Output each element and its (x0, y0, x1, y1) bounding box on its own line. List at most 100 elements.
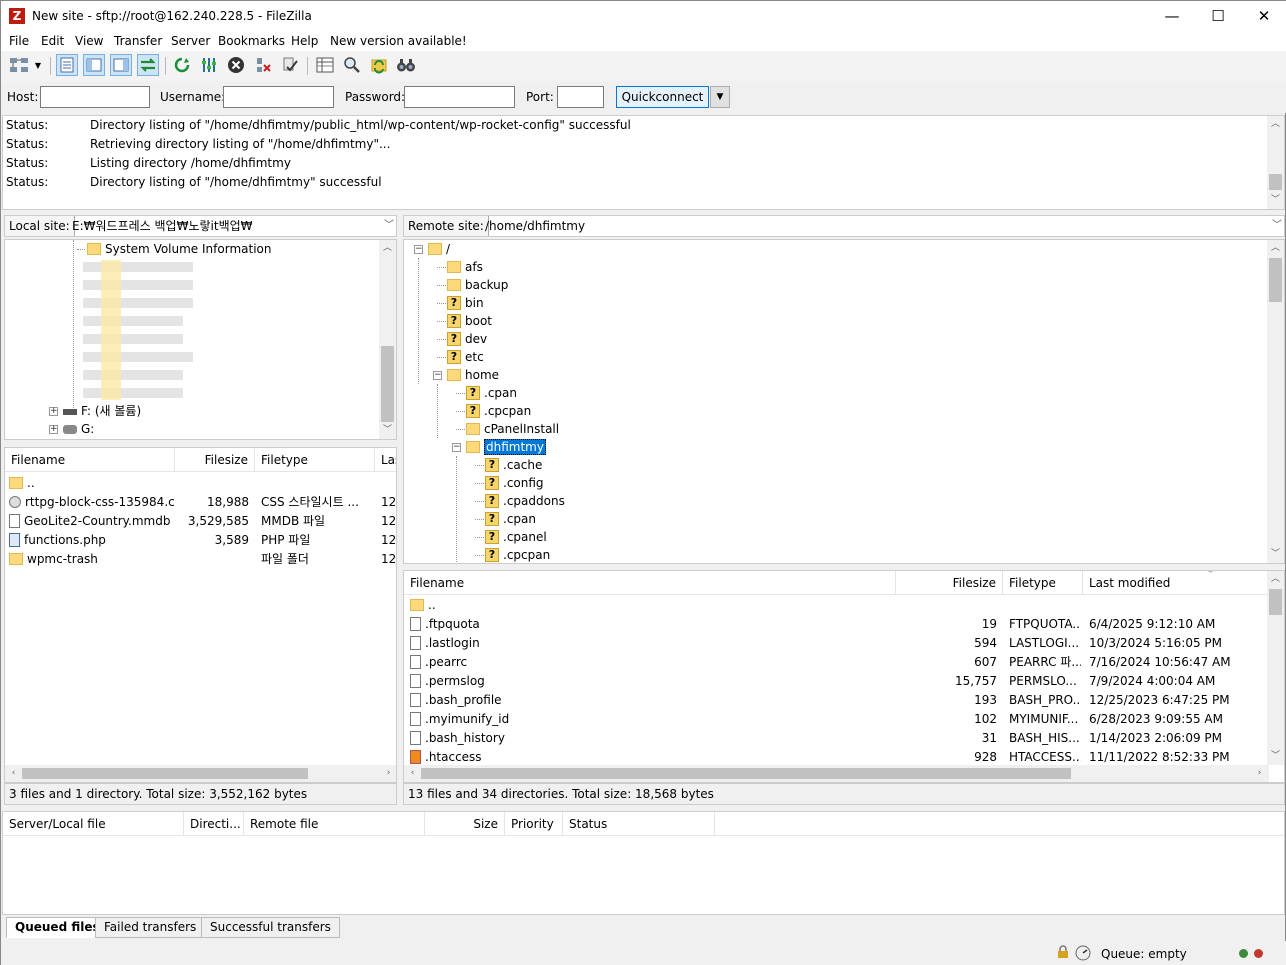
speed-limit-icon[interactable] (1075, 945, 1091, 961)
list-item[interactable]: .. (404, 596, 1269, 615)
sync-browsing-icon[interactable] (368, 54, 390, 76)
list-item[interactable]: .myimunify_id 102 MYIMUNIF... 6/28/2023 9:0… (404, 710, 1269, 729)
process-queue-icon[interactable] (198, 54, 220, 76)
col-filesize[interactable]: Filesize (896, 571, 1003, 595)
menu-transfer[interactable]: Transfer (114, 34, 162, 48)
scroll-thumb[interactable] (1269, 589, 1282, 615)
scroll-right-icon[interactable]: › (1251, 765, 1268, 782)
expand-icon[interactable]: + (49, 425, 58, 434)
scroll-right-icon[interactable]: › (380, 765, 396, 782)
list-item[interactable]: .bash_history 31 BASH_HIS... 1/14/2023 2:06… (404, 729, 1269, 748)
site-manager-icon[interactable] (6, 54, 32, 76)
tree-item[interactable]: / (428, 240, 450, 258)
tab-queued-files[interactable]: Queued files (6, 917, 109, 938)
menu-server[interactable]: Server (171, 34, 210, 48)
list-item[interactable]: .ftpquota 19 FTPQUOTA... 6/4/2025 9:12:10 A… (404, 615, 1269, 634)
menu-new-version[interactable]: New version available! (330, 34, 467, 48)
tree-item[interactable]: ? .config (485, 474, 544, 492)
col-last-modified[interactable]: Last modified (1083, 571, 1269, 595)
chevron-down-icon[interactable]: ﹀ (384, 216, 394, 236)
scroll-thumb[interactable] (421, 768, 1071, 779)
minimize-button[interactable]: — (1149, 1, 1195, 32)
directory-comparison-icon[interactable] (314, 54, 336, 76)
tree-item[interactable]: home (447, 366, 499, 384)
scroll-thumb[interactable] (381, 346, 394, 422)
close-button[interactable]: ✕ (1241, 1, 1286, 32)
local-list-hscrollbar[interactable]: ‹ › (5, 765, 396, 782)
tree-item[interactable]: afs (447, 258, 483, 276)
tree-item[interactable]: ? .cpcpan (466, 402, 531, 420)
scroll-down-icon[interactable]: ﹀ (1267, 546, 1284, 563)
col-status[interactable]: Status (563, 812, 715, 836)
col-direction[interactable]: Directi... (184, 812, 244, 836)
remote-list-scrollbar[interactable]: ︿ ﹀ (1267, 571, 1284, 765)
list-item[interactable]: .bash_profile 193 BASH_PRO... 12/25/2023 6:… (404, 691, 1269, 710)
tree-item[interactable]: dhfimtmy (466, 438, 546, 456)
list-item[interactable]: wpmc-trash 파일 폴더 12, (5, 550, 396, 569)
scroll-up-icon[interactable]: ︿ (1267, 116, 1284, 133)
chevron-down-icon[interactable]: ﹀ (1272, 216, 1282, 236)
toggle-remote-tree-icon[interactable] (110, 54, 132, 76)
menu-bookmarks[interactable]: Bookmarks (218, 34, 285, 48)
list-item[interactable]: functions.php 3,589 PHP 파일 12, (5, 531, 396, 550)
collapse-icon[interactable]: − (414, 245, 423, 254)
refresh-icon[interactable] (171, 54, 193, 76)
disconnect-icon[interactable] (252, 54, 274, 76)
tree-item[interactable]: ? bin (447, 294, 484, 312)
scroll-left-icon[interactable]: ‹ (404, 765, 421, 782)
reconnect-icon[interactable] (279, 54, 301, 76)
quickconnect-dropdown-button[interactable]: ▼ (710, 86, 730, 108)
tree-item[interactable]: ? .cache (485, 456, 542, 474)
collapse-icon[interactable]: − (452, 443, 461, 452)
list-item[interactable]: rttpg-block-css-135984.c... 18,988 CSS 스타일… (5, 493, 396, 512)
tree-item[interactable]: ? .cpanel (485, 528, 547, 546)
list-item[interactable]: GeoLite2-Country.mmdb 3,529,585 MMDB 파일 12, (5, 512, 396, 531)
maximize-button[interactable]: ☐ (1195, 1, 1241, 32)
toggle-queue-icon[interactable] (137, 54, 159, 76)
remote-list-hscrollbar[interactable]: ‹ › (404, 765, 1269, 782)
scroll-thumb[interactable] (1269, 174, 1282, 190)
col-remote-file[interactable]: Remote file (244, 812, 425, 836)
tree-item-system-volume-information[interactable]: System Volume Information (77, 240, 271, 258)
tree-item[interactable]: cPanelInstall (466, 420, 559, 438)
scroll-thumb[interactable] (22, 768, 308, 779)
col-filetype[interactable]: Filetype (1003, 571, 1083, 595)
tree-item[interactable]: ? boot (447, 312, 492, 330)
tree-item[interactable]: backup (447, 276, 508, 294)
remote-path-combo[interactable]: /home/dhfimtmy (485, 216, 585, 236)
scroll-up-icon[interactable]: ︿ (1267, 571, 1284, 588)
remote-tree-scrollbar[interactable]: ︿ ﹀ (1267, 240, 1284, 563)
log-scrollbar[interactable]: ︿ ﹀ (1267, 116, 1284, 209)
local-path-combo[interactable]: E:₩워드프레스 백업₩노랗it백업₩ (72, 216, 253, 236)
tree-item[interactable]: ? dev (447, 330, 487, 348)
host-input[interactable] (40, 86, 150, 108)
cancel-icon[interactable] (225, 54, 247, 76)
scroll-down-icon[interactable]: ﹀ (379, 422, 396, 439)
col-server-local-file[interactable]: Server/Local file (3, 812, 184, 836)
tree-item-drive-g[interactable]: + G: (49, 420, 94, 438)
toggle-local-tree-icon[interactable] (83, 54, 105, 76)
dropdown-arrow-icon[interactable]: ▼ (32, 54, 44, 76)
scroll-up-icon[interactable]: ︿ (1267, 240, 1284, 257)
list-item[interactable]: .permslog 15,757 PERMSLO... 7/9/2024 4:00:0… (404, 672, 1269, 691)
scroll-left-icon[interactable]: ‹ (5, 765, 22, 782)
col-priority[interactable]: Priority (505, 812, 563, 836)
col-last-modified[interactable]: Las (375, 448, 396, 472)
list-item[interactable]: .pearrc 607 PEARRC 파... 7/16/2024 10:56:47 … (404, 653, 1269, 672)
tree-item-drive-f[interactable]: + F: (새 볼륨) (49, 402, 141, 420)
col-filesize[interactable]: Filesize (175, 448, 255, 472)
tree-item[interactable]: ? .cpan (485, 510, 536, 528)
col-filename[interactable]: Filename (5, 448, 175, 472)
expand-icon[interactable]: + (49, 407, 58, 416)
scroll-down-icon[interactable]: ﹀ (1267, 192, 1284, 209)
menu-help[interactable]: Help (291, 34, 318, 48)
tree-item[interactable]: ? .cpcpan (485, 546, 550, 563)
search-icon[interactable] (395, 54, 417, 76)
tree-item[interactable]: ? .cpaddons (485, 492, 565, 510)
col-size[interactable]: Size (425, 812, 505, 836)
scroll-down-icon[interactable]: ﹀ (1267, 748, 1284, 765)
toggle-log-icon[interactable] (56, 54, 78, 76)
filter-icon[interactable] (341, 54, 363, 76)
list-item[interactable]: .. (5, 474, 396, 493)
password-input[interactable] (404, 86, 515, 108)
